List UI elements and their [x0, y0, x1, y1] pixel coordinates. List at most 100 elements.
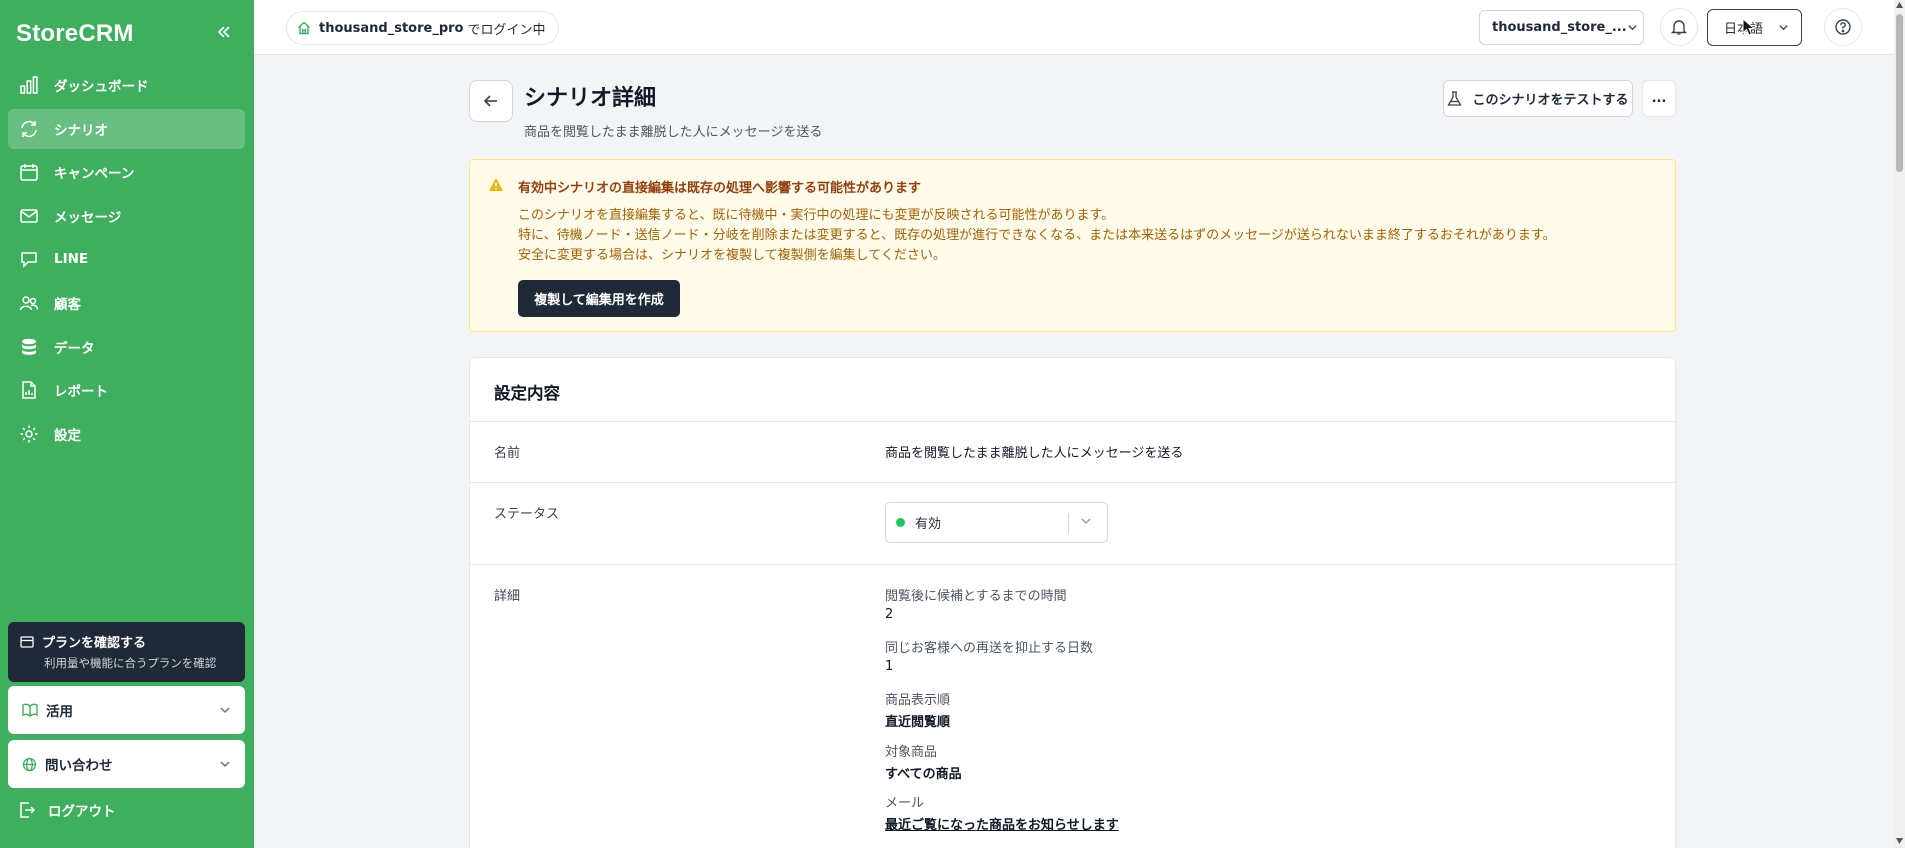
mail-icon [18, 205, 40, 227]
plan-card[interactable]: プランを確認する 利用量や機能に合うプランを確認 [8, 622, 245, 682]
sidebar-item-message[interactable]: メッセージ [8, 196, 245, 236]
page-subtitle: 商品を閲覧したまま離脱した人にメッセージを送る [524, 125, 823, 140]
warning-icon [488, 177, 504, 192]
store-select-value: thousand_store_... [1492, 20, 1627, 35]
store-select[interactable]: thousand_store_... [1479, 10, 1644, 45]
logout-button[interactable]: ログアウト [18, 800, 116, 820]
test-scenario-button[interactable]: このシナリオをテストする [1443, 80, 1633, 117]
home-icon [297, 21, 311, 35]
status-select-value: 有効 [915, 517, 942, 532]
login-user: thousand_store_pro [319, 20, 464, 36]
divider [470, 564, 1675, 565]
chevron-down-icon [219, 758, 231, 770]
sidebar-item-settings[interactable]: 設定 [8, 414, 245, 454]
sidebar-item-data[interactable]: データ [8, 327, 245, 367]
sidebar-item-label: データ [54, 340, 95, 357]
sidebar-item-label: レポート [54, 384, 108, 401]
detail-item-value: すべての商品 [885, 767, 962, 782]
sidebar-item-report[interactable]: レポート [8, 370, 245, 410]
book-icon [22, 703, 38, 717]
refresh-icon [18, 118, 40, 140]
login-status[interactable]: thousand_store_pro でログイン中 [286, 11, 559, 45]
top-bar: thousand_store_pro でログイン中 thousand_store… [254, 0, 1894, 55]
sidebar-item-label: キャンペーン [54, 166, 135, 183]
sidebar-item-label: メッセージ [54, 209, 122, 226]
detail-item-label: メール [885, 796, 925, 811]
detail-item-label: 対象商品 [885, 745, 938, 760]
login-suffix: でログイン中 [467, 22, 546, 38]
status-label: ステータス [494, 507, 560, 522]
sidebar-item-label: 設定 [54, 427, 81, 444]
double-chevron-left-icon [217, 26, 230, 38]
warning-line: 特に、待機ノード・送信ノード・分岐を削除または変更すると、既存の処理が進行できな… [518, 228, 1556, 243]
sidebar: StoreCRM ダッシュボード シナリオ キャンペーン メッセージ LINE … [0, 0, 254, 848]
status-select[interactable]: 有効 [885, 502, 1108, 543]
chevron-down-icon [219, 704, 231, 716]
back-button[interactable] [469, 80, 513, 122]
warning-line: このシナリオを直接編集すると、既に待機中・実行中の処理にも変更が反映される可能性… [518, 208, 1115, 223]
detail-item-value: 2 [885, 607, 894, 622]
calendar-icon [18, 161, 40, 183]
users-icon [18, 292, 40, 314]
page-scrollbar[interactable] [1894, 0, 1905, 848]
help-button[interactable] [1824, 8, 1862, 46]
sidebar-item-campaign[interactable]: キャンペーン [8, 152, 245, 192]
mouse-cursor-icon [1742, 18, 1756, 36]
settings-card: 設定内容 名前 商品を閲覧したまま離脱した人にメッセージを送る ステータス 有効… [469, 357, 1676, 848]
logout-icon [18, 801, 36, 819]
divider [470, 421, 1675, 422]
warning-line: 安全に変更する場合は、シナリオを複製して複製側を編集してください。 [518, 248, 946, 263]
globe-icon [22, 757, 37, 772]
detail-item-label: 商品表示順 [885, 693, 951, 708]
usage-accordion[interactable]: 活用 [8, 686, 245, 734]
chevron-down-icon [1080, 515, 1092, 527]
scrollbar-thumb[interactable] [1896, 14, 1903, 172]
usage-label: 活用 [46, 704, 73, 720]
sidebar-item-scenario[interactable]: シナリオ [8, 108, 245, 149]
brand-logo[interactable]: StoreCRM [16, 20, 134, 48]
sidebar-item-label: LINE [54, 251, 89, 268]
more-options-button[interactable]: ... [1642, 80, 1676, 117]
arrow-left-icon [483, 95, 497, 107]
document-icon [18, 379, 40, 401]
plan-title: プランを確認する [42, 636, 147, 651]
email-template-link[interactable]: 最近ご覧になった商品をお知らせします [885, 814, 1119, 833]
plan-subtitle: 利用量や機能に合うプランを確認 [44, 656, 217, 670]
page-title: シナリオ詳細 [524, 86, 657, 111]
sidebar-item-label: ダッシュボード [54, 79, 149, 95]
sidebar-nav: ダッシュボード シナリオ キャンペーン メッセージ LINE 顧客 データ レポ… [8, 65, 245, 457]
settings-title: 設定内容 [494, 384, 560, 403]
sidebar-item-label: 顧客 [54, 296, 81, 313]
detail-item-value: 直近閲覧順 [885, 715, 951, 730]
bell-icon [1670, 20, 1688, 35]
gear-icon [18, 423, 40, 445]
help-icon [1835, 19, 1851, 35]
chat-icon [18, 248, 40, 270]
flask-icon [1447, 90, 1463, 107]
detail-label: 詳細 [494, 589, 521, 604]
test-scenario-label: このシナリオをテストする [1472, 93, 1629, 108]
contact-accordion[interactable]: 問い合わせ [8, 740, 245, 788]
scroll-down-arrow-icon[interactable] [1896, 838, 1903, 846]
contact-label: 問い合わせ [45, 758, 113, 774]
warning-banner: 有効中シナリオの直接編集は既存の処理へ影響する可能性があります このシナリオを直… [469, 159, 1676, 332]
detail-item-label: 閲覧後に候補とするまでの時間 [885, 589, 1067, 604]
sidebar-item-line[interactable]: LINE [8, 239, 245, 279]
bar-chart-icon [18, 74, 40, 96]
name-label: 名前 [494, 446, 521, 461]
sidebar-item-dashboard[interactable]: ダッシュボード [8, 65, 245, 105]
sidebar-item-label: シナリオ [54, 122, 108, 139]
credit-card-icon [20, 635, 34, 648]
detail-item-value: 1 [885, 659, 894, 674]
chevron-down-icon [1627, 22, 1638, 33]
name-value: 商品を閲覧したまま離脱した人にメッセージを送る [885, 446, 1184, 461]
detail-item-label: 同じお客様への再送を抑止する日数 [885, 641, 1094, 656]
divider [470, 482, 1675, 483]
chevron-down-icon [1778, 22, 1789, 33]
duplicate-for-edit-button[interactable]: 複製して編集用を作成 [518, 280, 680, 317]
scroll-up-arrow-icon[interactable] [1896, 2, 1903, 10]
sidebar-item-customers[interactable]: 顧客 [8, 283, 245, 323]
collapse-sidebar-button[interactable] [212, 20, 236, 44]
status-dot [896, 518, 905, 527]
notifications-button[interactable] [1660, 8, 1698, 46]
